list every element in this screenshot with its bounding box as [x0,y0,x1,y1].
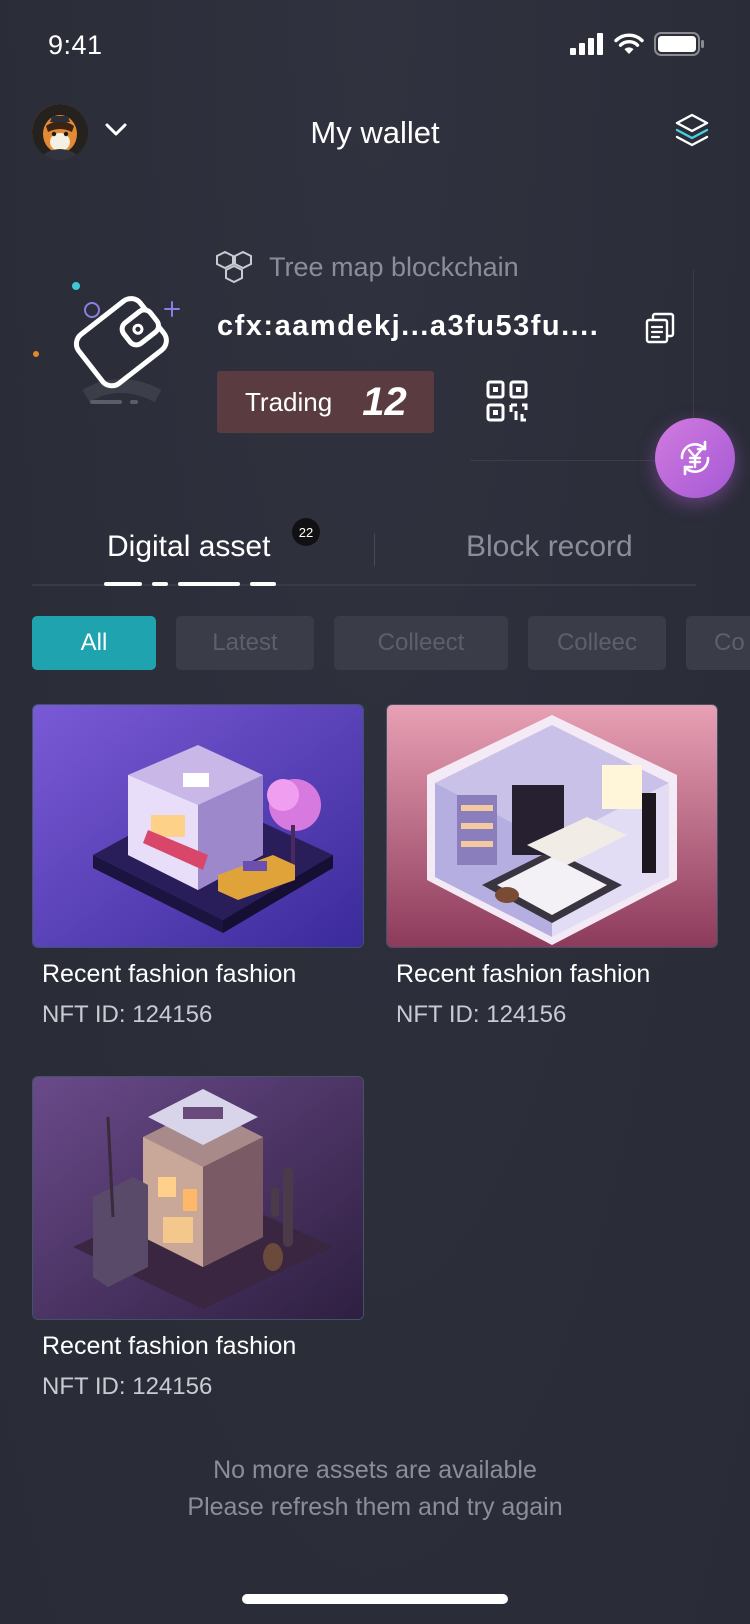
nft-title: Recent fashion fashion [396,960,651,988]
exchange-button[interactable] [655,418,735,498]
tab-badge: 22 [292,518,320,546]
home-indicator[interactable] [242,1594,508,1604]
wallet-icon [33,282,180,404]
asset-tabs: Digital asset 22 Block record [32,518,696,586]
chain-row: Tree map blockchain [215,250,519,284]
nft-id: NFT ID: 124156 [396,1001,567,1028]
nft-image-saloon [33,1077,363,1319]
nft-card[interactable]: Recent fashion fashion NFT ID: 124156 [32,1076,364,1401]
nft-card[interactable]: Recent fashion fashion NFT ID: 124156 [32,704,364,1029]
empty-state-line-1: No more assets are available [213,1456,537,1484]
filter-chips: All Latest Colleect Colleec Co [32,616,750,670]
chain-name: Tree map blockchain [269,251,519,282]
battery-icon [654,32,704,56]
status-icons [570,32,704,56]
filter-chip-all[interactable]: All [32,616,156,670]
tab-active-indicator [104,582,276,586]
tab-divider [374,534,375,566]
wallet-illustration [30,280,190,420]
nft-image-restaurant [33,705,363,947]
nft-id: NFT ID: 124156 [42,1373,213,1400]
nft-image[interactable] [386,704,718,948]
nft-title: Recent fashion fashion [42,960,297,988]
nft-card[interactable]: Recent fashion fashion NFT ID: 124156 [386,704,718,1029]
yuan-exchange-icon [680,440,710,476]
tab-block-record[interactable]: Block record [466,530,633,564]
filter-chip-co[interactable]: Co [686,616,750,670]
wifi-icon [614,33,644,54]
hexagon-network-icon [216,250,252,284]
empty-state-message: No more assets are available Please refr… [0,1452,750,1526]
filter-chip-colleect[interactable]: Colleect [334,616,508,670]
page-title: My wallet [310,115,440,150]
empty-state-line-2: Please refresh them and try again [187,1493,563,1521]
nft-title: Recent fashion fashion [42,1332,297,1360]
trading-label: Trading [245,386,333,417]
filter-chip-colleec[interactable]: Colleec [528,616,666,670]
trading-count: 12 [362,379,407,424]
trading-badge[interactable]: Trading 12 [217,371,434,433]
filter-chip-latest[interactable]: Latest [176,616,314,670]
nft-image[interactable] [32,704,364,948]
qr-code-button[interactable] [486,380,528,427]
layers-button[interactable] [674,112,710,153]
layers-icon [675,113,709,147]
nft-id: NFT ID: 124156 [42,1001,213,1028]
qr-code-icon [486,380,528,422]
copy-address-button[interactable] [645,312,675,349]
cellular-signal-icon [570,33,603,55]
wallet-screen: 9:41 My wallet Tree map blockchain cfx:a… [0,0,750,1624]
nft-image-bakery [387,705,717,947]
wallet-address: cfx:aamdekj...a3fu53fu.... [217,310,600,342]
tab-digital-asset[interactable]: Digital asset [107,530,270,564]
nft-image[interactable] [32,1076,364,1320]
status-time: 9:41 [48,30,103,60]
copy-icon [645,312,675,344]
